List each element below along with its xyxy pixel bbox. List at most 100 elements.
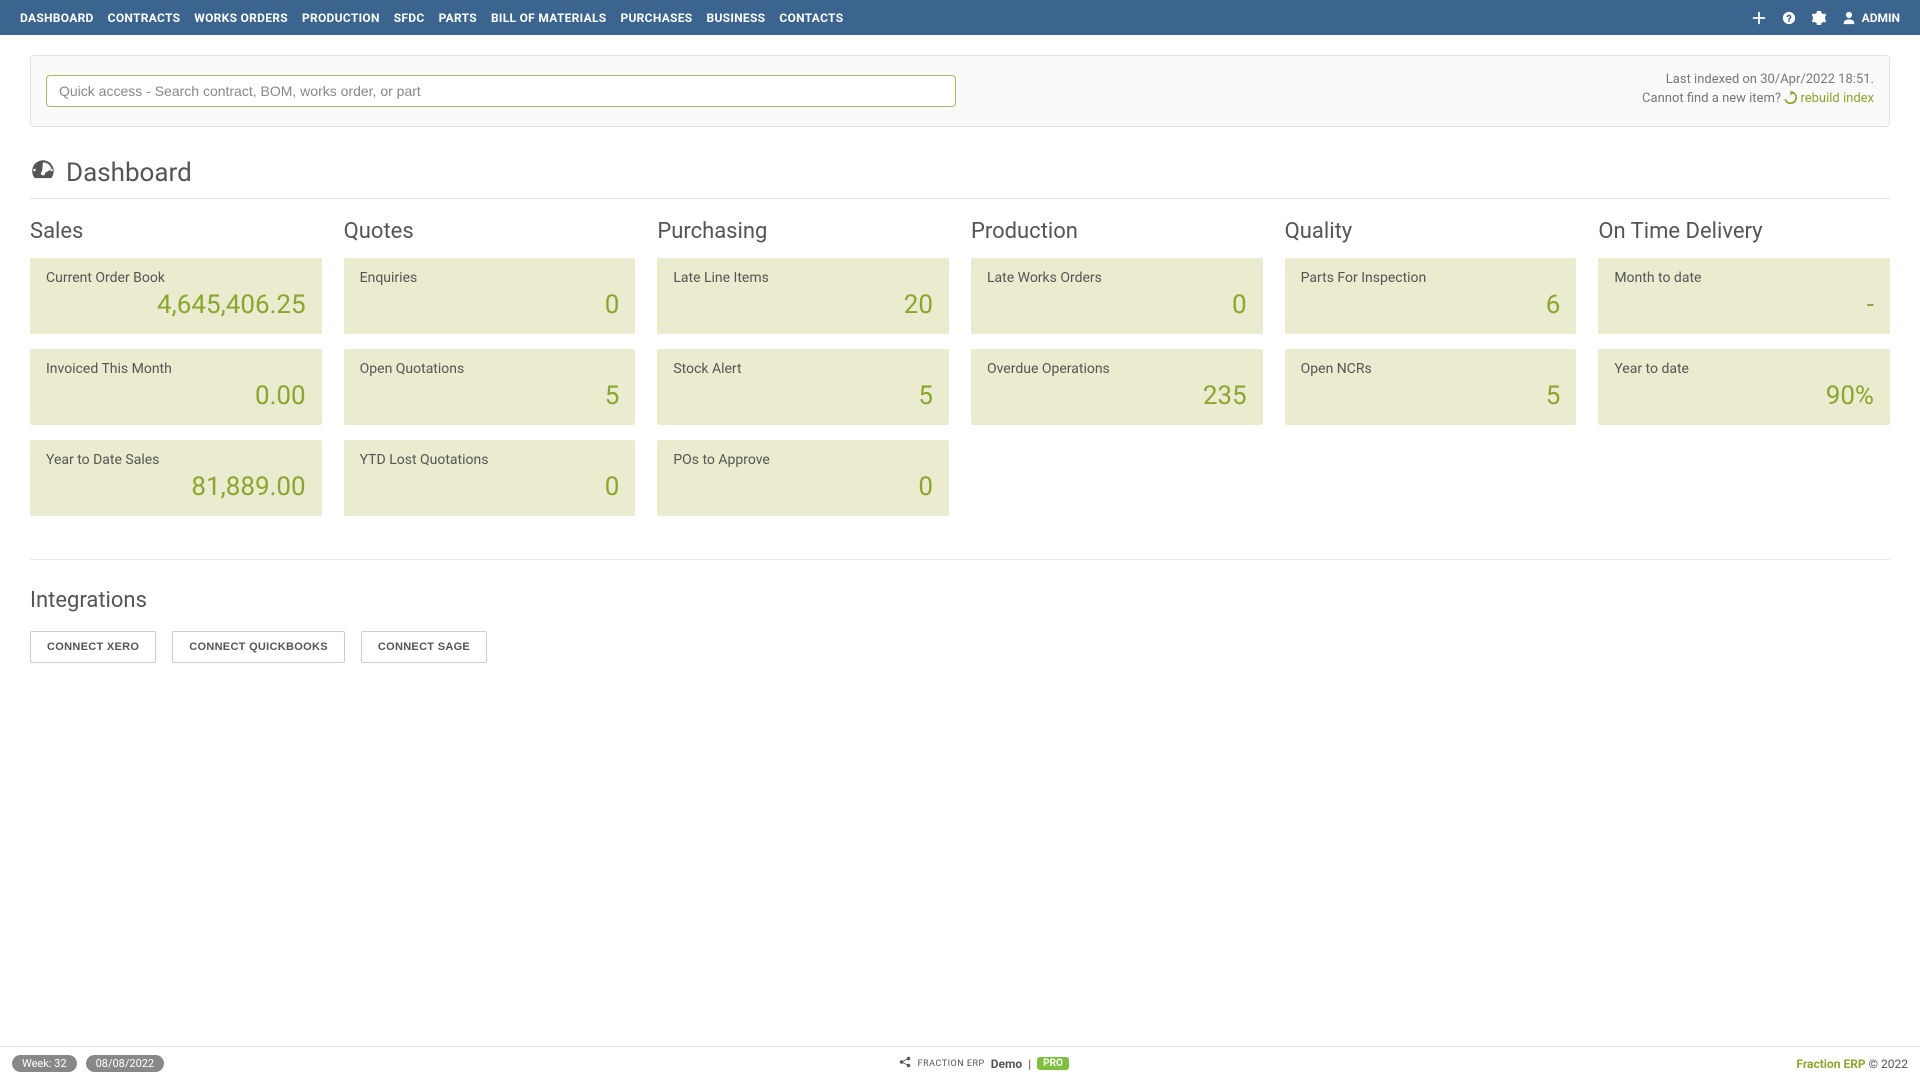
search-meta: Last indexed on 30/Apr/2022 18:51. Canno… <box>1642 71 1874 111</box>
kpi-value: 0.00 <box>46 381 306 411</box>
kpi-label: Enquiries <box>360 270 620 286</box>
topnav-right: ADMIN <box>1752 11 1900 25</box>
topnav: DASHBOARD CONTRACTS WORKS ORDERS PRODUCT… <box>0 0 1920 35</box>
kpi-label: POs to Approve <box>673 452 933 468</box>
kpi-card-late-works-orders[interactable]: Late Works Orders 0 <box>971 258 1263 334</box>
kpi-card-parts-for-inspection[interactable]: Parts For Inspection 6 <box>1285 258 1577 334</box>
footer-copyright: © 2022 <box>1869 1057 1908 1071</box>
kpi-value: 5 <box>673 381 933 411</box>
page-title-text: Dashboard <box>66 158 192 188</box>
kpi-label: Invoiced This Month <box>46 361 306 377</box>
nav-contacts[interactable]: CONTACTS <box>779 1 843 35</box>
nav-business[interactable]: BUSINESS <box>707 1 766 35</box>
kpi-col-purchasing: Purchasing Late Line Items 20 Stock Aler… <box>657 219 949 531</box>
kpi-value: 235 <box>987 381 1247 411</box>
footer-demo: Demo <box>991 1057 1022 1071</box>
kpi-value: 81,889.00 <box>46 472 306 502</box>
kpi-heading-sales: Sales <box>30 219 322 244</box>
kpi-heading-quotes: Quotes <box>344 219 636 244</box>
kpi-value: 0 <box>360 472 620 502</box>
kpi-value: 0 <box>673 472 933 502</box>
kpi-card-ytd-sales[interactable]: Year to Date Sales 81,889.00 <box>30 440 322 516</box>
kpi-card-ytd-lost-quotations[interactable]: YTD Lost Quotations 0 <box>344 440 636 516</box>
content: Last indexed on 30/Apr/2022 18:51. Canno… <box>0 35 1920 1046</box>
nav-dashboard[interactable]: DASHBOARD <box>20 1 94 35</box>
kpi-col-sales: Sales Current Order Book 4,645,406.25 In… <box>30 219 322 531</box>
admin-menu[interactable]: ADMIN <box>1842 11 1900 25</box>
section-separator <box>30 559 1890 560</box>
kpi-card-invoiced-this-month[interactable]: Invoiced This Month 0.00 <box>30 349 322 425</box>
user-icon <box>1842 11 1856 25</box>
nav-purchases[interactable]: PURCHASES <box>620 1 692 35</box>
kpi-card-stock-alert[interactable]: Stock Alert 5 <box>657 349 949 425</box>
nav-parts[interactable]: PARTS <box>439 1 477 35</box>
kpi-card-open-quotations[interactable]: Open Quotations 5 <box>344 349 636 425</box>
kpi-label: Stock Alert <box>673 361 933 377</box>
search-last-indexed: Last indexed on 30/Apr/2022 18:51. <box>1642 71 1874 90</box>
integrations-heading: Integrations <box>30 588 1890 613</box>
connect-sage-button[interactable]: CONNECT SAGE <box>361 631 487 663</box>
date-pill: 08/08/2022 <box>86 1055 165 1072</box>
kpi-label: Month to date <box>1614 270 1874 286</box>
rebuild-index-link[interactable]: rebuild index <box>1800 91 1874 106</box>
dashboard-icon <box>30 157 56 190</box>
refresh-icon <box>1784 91 1797 111</box>
kpi-card-mtd[interactable]: Month to date - <box>1598 258 1890 334</box>
quick-search-input[interactable] <box>46 75 956 107</box>
kpi-label: Open NCRs <box>1301 361 1561 377</box>
admin-label: ADMIN <box>1862 11 1900 25</box>
title-separator <box>30 198 1890 199</box>
kpi-value: 0 <box>360 290 620 320</box>
kpi-card-open-ncrs[interactable]: Open NCRs 5 <box>1285 349 1577 425</box>
page-title: Dashboard <box>30 157 1890 190</box>
kpi-value: 20 <box>673 290 933 320</box>
kpi-heading-otd: On Time Delivery <box>1598 219 1890 244</box>
kpi-col-quotes: Quotes Enquiries 0 Open Quotations 5 YTD… <box>344 219 636 531</box>
pro-badge: PRO <box>1037 1057 1069 1070</box>
kpi-heading-purchasing: Purchasing <box>657 219 949 244</box>
kpi-label: YTD Lost Quotations <box>360 452 620 468</box>
kpi-value: 90% <box>1614 381 1874 411</box>
integrations-buttons: CONNECT XERO CONNECT QUICKBOOKS CONNECT … <box>30 631 1890 663</box>
search-cannot-find: Cannot find a new item? <box>1642 91 1781 106</box>
kpi-value: 5 <box>360 381 620 411</box>
footer-sep: | <box>1028 1057 1031 1071</box>
help-icon[interactable] <box>1782 11 1796 25</box>
kpi-grid: Sales Current Order Book 4,645,406.25 In… <box>30 219 1890 531</box>
kpi-card-enquiries[interactable]: Enquiries 0 <box>344 258 636 334</box>
plus-icon[interactable] <box>1752 11 1766 25</box>
nav-production[interactable]: PRODUCTION <box>302 1 380 35</box>
kpi-label: Late Works Orders <box>987 270 1247 286</box>
kpi-heading-quality: Quality <box>1285 219 1577 244</box>
nav-sfdc[interactable]: SFDC <box>394 1 425 35</box>
kpi-card-late-line-items[interactable]: Late Line Items 20 <box>657 258 949 334</box>
gear-icon[interactable] <box>1812 11 1826 25</box>
nav-bill-of-materials[interactable]: BILL OF MATERIALS <box>491 1 606 35</box>
kpi-card-current-order-book[interactable]: Current Order Book 4,645,406.25 <box>30 258 322 334</box>
kpi-card-overdue-operations[interactable]: Overdue Operations 235 <box>971 349 1263 425</box>
kpi-label: Parts For Inspection <box>1301 270 1561 286</box>
kpi-heading-production: Production <box>971 219 1263 244</box>
kpi-col-production: Production Late Works Orders 0 Overdue O… <box>971 219 1263 531</box>
footer-center: FRACTION ERP Demo | PRO <box>170 1055 1796 1072</box>
footer: Week: 32 08/08/2022 FRACTION ERP Demo | … <box>0 1046 1920 1080</box>
kpi-label: Overdue Operations <box>987 361 1247 377</box>
brand-icon <box>898 1055 912 1072</box>
kpi-card-ytd[interactable]: Year to date 90% <box>1598 349 1890 425</box>
footer-brand-small: FRACTION ERP <box>918 1059 985 1069</box>
search-panel: Last indexed on 30/Apr/2022 18:51. Canno… <box>30 55 1890 127</box>
integrations-section: Integrations CONNECT XERO CONNECT QUICKB… <box>30 588 1890 663</box>
kpi-value: 0 <box>987 290 1247 320</box>
connect-quickbooks-button[interactable]: CONNECT QUICKBOOKS <box>172 631 345 663</box>
connect-xero-button[interactable]: CONNECT XERO <box>30 631 156 663</box>
footer-left: Week: 32 08/08/2022 <box>12 1055 170 1072</box>
kpi-card-pos-to-approve[interactable]: POs to Approve 0 <box>657 440 949 516</box>
kpi-col-otd: On Time Delivery Month to date - Year to… <box>1598 219 1890 531</box>
kpi-value: 5 <box>1301 381 1561 411</box>
kpi-col-quality: Quality Parts For Inspection 6 Open NCRs… <box>1285 219 1577 531</box>
nav-works-orders[interactable]: WORKS ORDERS <box>194 1 288 35</box>
kpi-value: 6 <box>1301 290 1561 320</box>
kpi-label: Late Line Items <box>673 270 933 286</box>
nav-contracts[interactable]: CONTRACTS <box>108 1 181 35</box>
kpi-label: Year to date <box>1614 361 1874 377</box>
